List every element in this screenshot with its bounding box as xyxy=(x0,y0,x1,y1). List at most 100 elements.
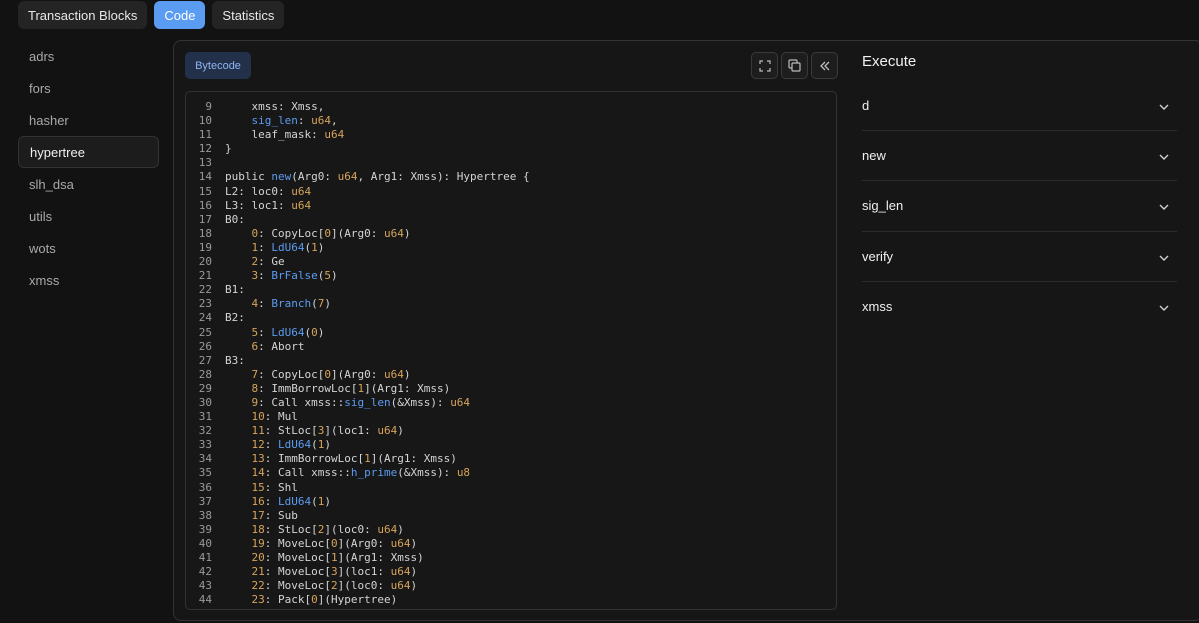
chevron-down-icon[interactable] xyxy=(1159,198,1169,213)
bytecode-button[interactable]: Bytecode xyxy=(185,52,251,79)
execute-item-sig-len[interactable]: sig_len xyxy=(862,181,1177,232)
function-name: verify xyxy=(862,248,894,264)
code-line: 25 5: LdU64(0) xyxy=(186,326,836,340)
line-text: leaf_mask: u64 xyxy=(225,128,345,142)
execute-item-d[interactable]: d xyxy=(862,81,1177,132)
line-text: 14: Call xmss::h_prime(&Xmss): u8 xyxy=(251,466,471,480)
line-text: B2: xyxy=(225,311,245,325)
code-line: 29 8: ImmBorrowLoc[1](Arg1: Xmss) xyxy=(186,382,836,396)
bytecode-viewer[interactable]: 9 xmss: Xmss, 10 sig_len: u64, 11 leaf_mas… xyxy=(185,91,837,610)
line-text: 4: Branch(7) xyxy=(251,297,332,311)
sidebar-item-wots[interactable]: wots xyxy=(18,232,159,264)
code-line: 17 B0: xyxy=(186,213,836,227)
tab-transaction-blocks[interactable]: Transaction Blocks xyxy=(18,1,148,29)
line-number: 42 xyxy=(198,565,212,579)
code-line: 19 1: LdU64(1) xyxy=(186,241,836,255)
line-text: 0: CopyLoc[0](Arg0: u64) xyxy=(251,226,411,240)
collapse-button[interactable] xyxy=(811,52,838,79)
code-line: 44 23: Pack[0](Hypertree) xyxy=(186,593,836,607)
line-number: 44 xyxy=(198,593,212,607)
line-text: 7: CopyLoc[0](Arg0: u64) xyxy=(251,367,411,381)
sidebar-item-xmss[interactable]: xmss xyxy=(18,264,159,296)
line-text: L3: loc1: u64 xyxy=(225,198,312,212)
line-text: 9: Call xmss::sig_len(&Xmss): u64 xyxy=(251,395,471,409)
code-line: 22 B1: xyxy=(186,283,836,297)
code-line: 21 3: BrFalse(5) xyxy=(186,269,836,283)
line-number: 15 xyxy=(198,184,212,198)
line-text: 2: Ge xyxy=(251,255,285,269)
line-number: 19 xyxy=(198,240,212,254)
line-number: 36 xyxy=(198,480,212,494)
execute-item-new[interactable]: new xyxy=(862,131,1177,182)
line-number: 26 xyxy=(198,339,212,353)
execute-item-xmss[interactable]: xmss xyxy=(862,282,1177,332)
line-text: } xyxy=(225,142,232,156)
code-line: 34 13: ImmBorrowLoc[1](Arg1: Xmss) xyxy=(186,452,836,466)
sidebar-item-fors[interactable]: fors xyxy=(18,72,159,104)
execute-item-verify[interactable]: verify xyxy=(862,232,1177,282)
chevron-down-icon[interactable] xyxy=(1159,299,1169,314)
line-number: 13 xyxy=(198,156,212,170)
code-line: 26 6: Abort xyxy=(186,340,836,354)
line-number: 28 xyxy=(198,367,212,381)
copy-button[interactable] xyxy=(781,52,808,79)
code-line: 18 0: CopyLoc[0](Arg0: u64) xyxy=(186,227,836,241)
line-text: L2: loc0: u64 xyxy=(225,184,312,198)
chevron-down-icon[interactable] xyxy=(1159,249,1169,264)
line-text: 1: LdU64(1) xyxy=(251,240,325,254)
line-text: 6: Abort xyxy=(251,339,305,353)
chevron-down-icon[interactable] xyxy=(1159,98,1169,113)
line-text: B1: xyxy=(225,283,245,297)
sidebar-item-slh-dsa[interactable]: slh_dsa xyxy=(18,168,159,200)
code-line: 32 11: StLoc[3](loc1: u64) xyxy=(186,424,836,438)
code-line: 31 10: Mul xyxy=(186,410,836,424)
collapse-icon xyxy=(819,60,831,72)
line-number: 27 xyxy=(198,353,212,367)
sidebar-item-hasher[interactable]: hasher xyxy=(18,104,159,136)
line-number: 38 xyxy=(198,508,212,522)
sidebar-item-utils[interactable]: utils xyxy=(18,200,159,232)
code-line: 33 12: LdU64(1) xyxy=(186,438,836,452)
line-text: 20: MoveLoc[1](Arg1: Xmss) xyxy=(251,551,424,564)
code-line: 37 16: LdU64(1) xyxy=(186,495,836,509)
code-line: 12} xyxy=(186,142,836,156)
line-text: 8: ImmBorrowLoc[1](Arg1: Xmss) xyxy=(251,381,451,395)
line-number: 18 xyxy=(198,226,212,240)
line-number: 20 xyxy=(198,255,212,269)
line-text: sig_len: u64, xyxy=(251,114,338,128)
line-text: 3: BrFalse(5) xyxy=(251,269,338,283)
line-number: 17 xyxy=(198,212,212,226)
fullscreen-button[interactable] xyxy=(751,52,778,79)
line-number: 16 xyxy=(198,198,212,212)
line-number: 24 xyxy=(198,311,212,325)
copy-icon xyxy=(788,59,801,72)
line-number: 14 xyxy=(198,170,212,184)
line-number: 21 xyxy=(198,269,212,283)
code-line: 30 9: Call xmss::sig_len(&Xmss): u64 xyxy=(186,396,836,410)
function-name: xmss xyxy=(862,299,893,315)
line-text: 17: Sub xyxy=(251,508,298,522)
code-line: 39 18: StLoc[2](loc0: u64) xyxy=(186,523,836,537)
line-text: 5: LdU64(0) xyxy=(251,325,325,339)
line-number: 43 xyxy=(198,579,212,593)
line-number: 25 xyxy=(198,325,212,339)
tab-code[interactable]: Code xyxy=(154,1,206,29)
code-line: 14 public new(Arg0: u64, Arg1: Xmss): Hyp… xyxy=(186,170,836,184)
code-line: 9 xmss: Xmss, xyxy=(186,100,836,114)
tab-statistics[interactable]: Statistics xyxy=(212,1,285,29)
code-line: 27 B3: xyxy=(186,354,836,368)
line-text: 10: Mul xyxy=(251,410,298,424)
sidebar-item-adrs[interactable]: adrs xyxy=(18,40,159,72)
line-text: 22: MoveLoc[2](loc0: u64) xyxy=(251,579,418,593)
line-text: B3: xyxy=(225,353,245,367)
execute-title: Execute xyxy=(862,53,917,70)
code-line: 40 19: MoveLoc[0](Arg0: u64) xyxy=(186,537,836,551)
code-line: 20 2: Ge xyxy=(186,255,836,269)
code-line: 23 4: Branch(7) xyxy=(186,297,836,311)
chevron-down-icon[interactable] xyxy=(1159,148,1169,163)
sidebar-item-hypertree[interactable]: hypertree xyxy=(18,136,159,168)
line-number: 30 xyxy=(198,395,212,409)
line-text: 11: StLoc[3](loc1: u64) xyxy=(251,424,404,438)
line-text: 21: MoveLoc[3](loc1: u64) xyxy=(251,565,418,579)
code-line: 36 15: Shl xyxy=(186,481,836,495)
